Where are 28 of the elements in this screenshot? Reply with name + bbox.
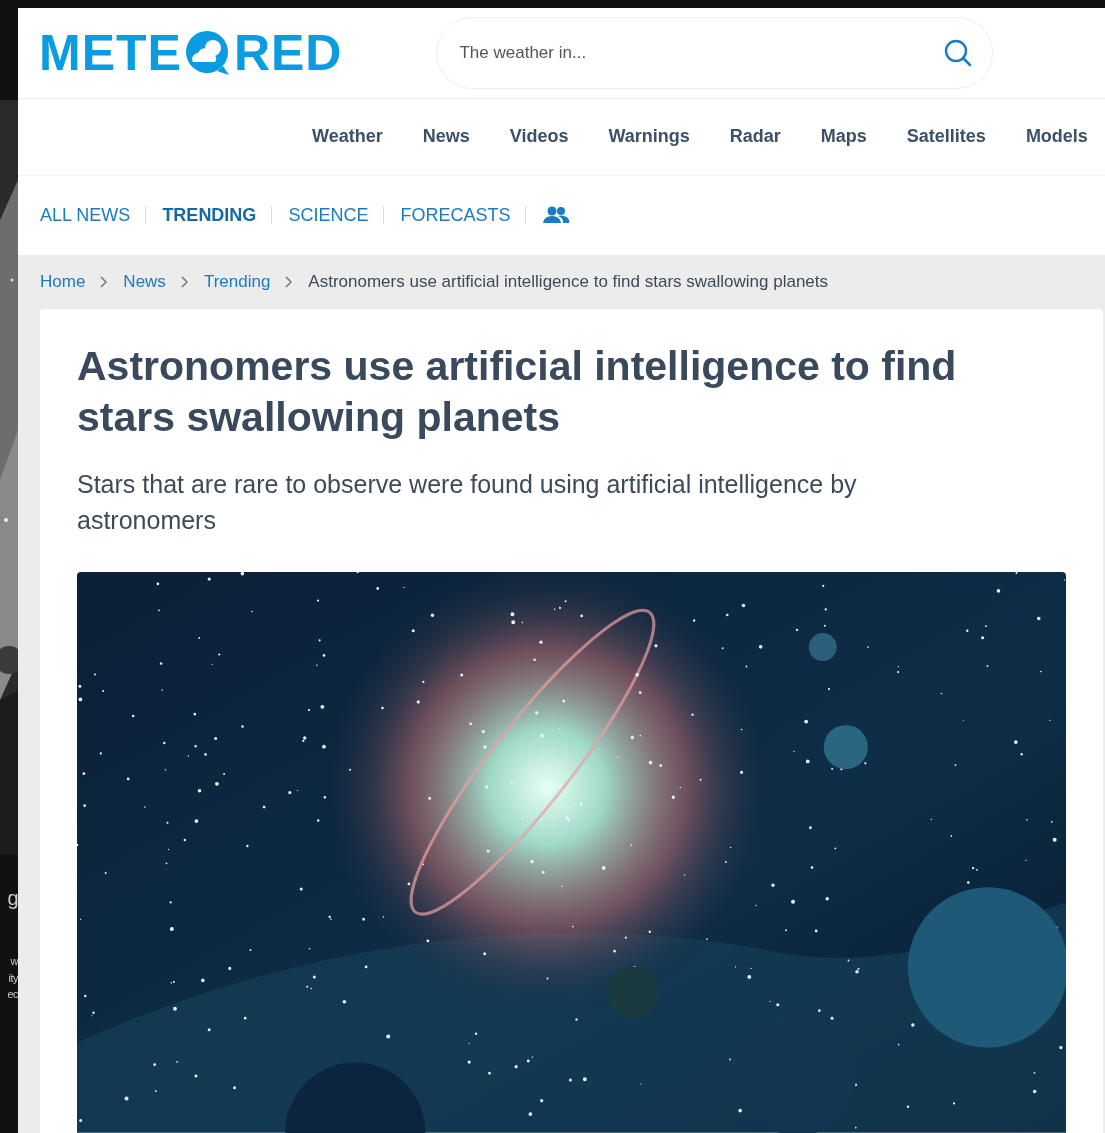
nav-link[interactable]: Radar xyxy=(729,123,781,151)
search-field[interactable]: The weather in... xyxy=(436,16,994,89)
chevron-icon xyxy=(284,275,295,288)
section-tab[interactable]: FORECASTS xyxy=(400,206,527,225)
background-text: ec xyxy=(6,987,18,1002)
article-subtitle: Stars that are rare to observe were found using artificial intelligence by astronomers xyxy=(77,469,858,536)
background-text: g xyxy=(6,886,18,911)
article-title: Astronomers use artificial intelligence to find stars swallowing planets xyxy=(77,341,958,443)
breadcrumb-link[interactable]: Home xyxy=(40,269,86,295)
nav-link[interactable]: Models xyxy=(1025,123,1088,151)
nav-link[interactable]: Satellites xyxy=(906,123,986,151)
section-tab[interactable]: SCIENCE xyxy=(288,206,385,225)
chevron-icon xyxy=(179,275,190,288)
nav-link[interactable]: Videos xyxy=(509,123,569,151)
section-tab[interactable]: ALL NEWS xyxy=(40,206,147,225)
people-icon[interactable] xyxy=(542,206,571,225)
nav-link[interactable]: Weather xyxy=(312,123,383,151)
search-icon[interactable] xyxy=(943,37,974,68)
nav-link[interactable]: Maps xyxy=(820,123,867,151)
nav-link[interactable]: News xyxy=(422,123,470,151)
breadcrumb-link[interactable]: Trending xyxy=(203,269,271,295)
breadcrumb-current: Astronomers use artificial intelligence to find stars swallowing planets xyxy=(308,271,829,294)
section-tab[interactable]: TRENDING xyxy=(162,206,273,225)
breadcrumb-link[interactable]: News xyxy=(123,269,166,295)
nav-link[interactable]: Warnings xyxy=(608,123,690,151)
background-text: ity xyxy=(7,970,18,986)
chevron-icon xyxy=(99,275,110,288)
background-text: w xyxy=(9,954,18,969)
